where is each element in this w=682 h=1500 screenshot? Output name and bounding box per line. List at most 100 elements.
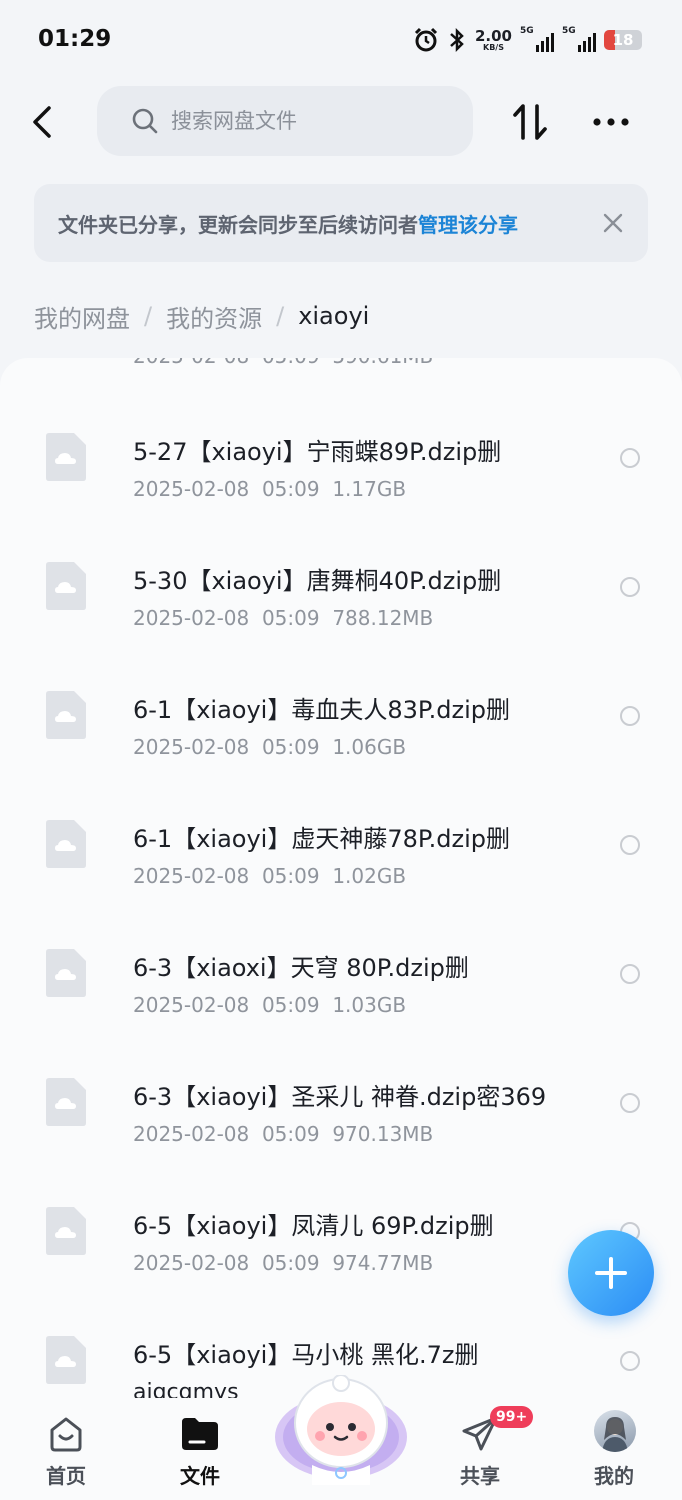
status-time: 01:29	[38, 26, 112, 52]
breadcrumb-separator: /	[144, 302, 153, 330]
file-row[interactable]: 5-30【xiaoyi】唐舞桐40P.dzip删 2025-02-08 05:0…	[0, 527, 682, 656]
file-meta: 2025-02-08 05:09 590.61MB	[133, 358, 433, 368]
nav-me[interactable]: 我的	[554, 1408, 674, 1492]
network-speed: 2.00 KB/S	[474, 26, 512, 52]
nav-home-label: 首页	[46, 1464, 86, 1488]
back-arrow-icon[interactable]	[22, 100, 66, 144]
breadcrumb-item-my-drive[interactable]: 我的网盘	[34, 299, 130, 334]
file-meta: 2025-02-08 05:09 974.77MB	[133, 1251, 433, 1275]
nav-files-label: 文件	[180, 1464, 220, 1488]
file-size: 590.61MB	[332, 358, 433, 368]
sim1-label: 5G	[520, 26, 534, 36]
file-meta: 2025-02-08 05:09 970.13MB	[133, 1122, 433, 1146]
select-radio[interactable]	[620, 448, 640, 468]
search-input[interactable]	[169, 108, 433, 134]
status-icons: 2.00 KB/S 5G 5G 18	[413, 26, 642, 54]
network-speed-value: 2.00	[474, 26, 512, 45]
file-name: 6-5【xiaoyi】凤清儿 69P.dzip删	[133, 1212, 494, 1240]
cloud-file-icon	[46, 949, 86, 997]
file-name: 6-3【xiaoyi】圣采儿 神眷.dzip密369	[133, 1083, 547, 1111]
nav-share[interactable]: 99+ 共享	[420, 1406, 540, 1492]
file-size: 1.17GB	[332, 477, 407, 501]
file-meta: 2025-02-08 05:09 1.17GB	[133, 477, 406, 501]
file-meta: 2025-02-08 05:09 788.12MB	[133, 606, 433, 630]
file-row[interactable]: 6-3【xiaoyi】圣采儿 神眷.dzip密369 2025-02-08 05…	[0, 1043, 682, 1172]
assistant-mascot-icon[interactable]	[272, 1375, 410, 1485]
file-row[interactable]: 5-27【xiaoyi】宁雨蝶89P.dzip删 2025-02-08 05:0…	[0, 398, 682, 527]
breadcrumb: 我的网盘 / 我的资源 / xiaoyi	[34, 296, 369, 336]
file-date: 2025-02-08	[133, 606, 250, 630]
file-date: 2025-02-08	[133, 1122, 250, 1146]
file-time: 05:09	[261, 606, 320, 630]
file-date: 2025-02-08	[133, 864, 250, 888]
manage-share-link[interactable]: 管理该分享	[418, 209, 518, 238]
file-row[interactable]: 6-3【xiaoxi】天穹 80P.dzip删 2025-02-08 05:09…	[0, 914, 682, 1043]
folder-icon	[182, 1418, 218, 1450]
cloud-file-icon	[46, 433, 86, 481]
breadcrumb-separator: /	[276, 302, 285, 330]
file-row[interactable]: 6-1【xiaoyi】毒血夫人83P.dzip删 2025-02-08 05:0…	[0, 656, 682, 785]
file-meta: 2025-02-08 05:09 1.03GB	[133, 993, 406, 1017]
nav-share-label: 共享	[460, 1464, 500, 1488]
file-name: 6-3【xiaoxi】天穹 80P.dzip删	[133, 954, 469, 982]
bluetooth-icon	[450, 27, 464, 53]
select-radio[interactable]	[620, 1351, 640, 1371]
select-radio[interactable]	[620, 835, 640, 855]
file-name: 5-27【xiaoyi】宁雨蝶89P.dzip删	[133, 438, 502, 466]
signal-sim1: 5G	[520, 26, 554, 52]
nav-home[interactable]: 首页	[6, 1408, 126, 1492]
home-icon	[50, 1417, 82, 1452]
breadcrumb-current: xiaoyi	[298, 302, 370, 330]
file-date: 2025-02-08	[133, 993, 250, 1017]
file-size: 974.77MB	[332, 1251, 434, 1275]
file-date: 2025-02-08	[133, 735, 250, 759]
file-size: 1.06GB	[332, 735, 407, 759]
cloud-file-icon	[46, 691, 86, 739]
file-time: 05:09	[261, 477, 320, 501]
file-size: 788.12MB	[332, 606, 434, 630]
select-radio[interactable]	[620, 964, 640, 984]
nav-files[interactable]: 文件	[140, 1408, 260, 1492]
share-notice-message: 文件夹已分享，更新会同步至后续访问者	[58, 212, 418, 237]
alarm-icon	[414, 27, 438, 52]
file-name-continued: aigcgmys	[133, 1380, 239, 1398]
file-time: 05:09	[261, 1251, 320, 1275]
file-row[interactable]: 6-1【xiaoyi】虚天神藤78P.dzip删 2025-02-08 05:0…	[0, 785, 682, 914]
search-box[interactable]	[97, 86, 473, 156]
select-radio[interactable]	[620, 706, 640, 726]
breadcrumb-item-my-resources[interactable]: 我的资源	[166, 299, 262, 334]
file-meta: 2025-02-08 05:09 1.06GB	[133, 735, 406, 759]
file-name: 5-30【xiaoyi】唐舞桐40P.dzip删	[133, 567, 502, 595]
cloud-file-icon	[46, 1207, 86, 1255]
cloud-file-icon	[46, 1078, 86, 1126]
search-icon	[132, 108, 158, 134]
file-time: 05:09	[261, 864, 320, 888]
avatar	[594, 1410, 636, 1452]
file-name: 6-1【xiaoyi】毒血夫人83P.dzip删	[133, 696, 510, 724]
battery-level: 18	[612, 31, 634, 49]
cloud-file-icon	[46, 562, 86, 610]
network-speed-unit: KB/S	[483, 42, 504, 52]
file-name: 6-5【xiaoyi】马小桃 黑化.7z删	[133, 1341, 479, 1369]
file-time: 05:09	[262, 358, 320, 368]
add-button[interactable]	[568, 1230, 654, 1316]
signal-sim2: 5G	[562, 26, 596, 52]
select-radio[interactable]	[620, 577, 640, 597]
cloud-file-icon	[46, 1336, 86, 1384]
select-radio[interactable]	[620, 1093, 640, 1113]
file-date: 2025-02-08	[133, 358, 249, 368]
nav-me-label: 我的	[594, 1464, 634, 1488]
file-size: 1.03GB	[332, 993, 407, 1017]
more-icon[interactable]	[586, 100, 636, 144]
cloud-file-icon	[46, 820, 86, 868]
close-icon[interactable]	[602, 212, 624, 234]
sim2-label: 5G	[562, 26, 576, 36]
file-size: 1.02GB	[332, 864, 407, 888]
file-time: 05:09	[261, 993, 320, 1017]
file-time: 05:09	[261, 1122, 320, 1146]
file-meta: 2025-02-08 05:09 1.02GB	[133, 864, 406, 888]
sort-icon[interactable]	[506, 100, 556, 144]
file-row[interactable]: 2025-02-08 05:09 590.61MB	[0, 358, 682, 394]
status-bar: 01:29 2.00 KB/S 5G 5G 18	[0, 0, 682, 80]
file-time: 05:09	[261, 735, 320, 759]
